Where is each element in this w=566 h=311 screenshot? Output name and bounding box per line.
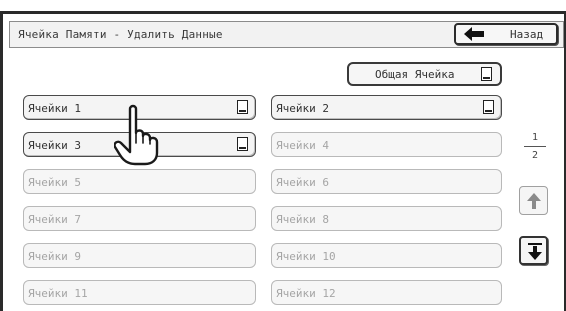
- scroll-down-button[interactable]: [519, 236, 548, 265]
- box-label: Ячейки 2: [276, 102, 329, 115]
- box-button-7: Ячейки 7: [23, 206, 256, 231]
- box-button-10: Ячейки 10: [271, 243, 502, 268]
- box-label: Ячейки 4: [276, 139, 329, 152]
- box-label: Ячейки 12: [276, 287, 336, 300]
- box-button-11: Ячейки 11: [23, 280, 256, 305]
- document-icon: [483, 100, 494, 114]
- box-label: Ячейки 11: [28, 287, 88, 300]
- page-indicator: 1 2: [524, 132, 546, 161]
- box-button-8: Ячейки 8: [271, 206, 502, 231]
- common-box-label: Общая Ячейка: [375, 68, 455, 81]
- document-icon: [237, 100, 248, 114]
- box-button-6: Ячейки 6: [271, 169, 502, 194]
- common-box-button[interactable]: Общая Ячейка: [347, 62, 502, 86]
- document-icon: [481, 67, 492, 81]
- current-page: 1: [531, 132, 539, 143]
- back-button[interactable]: Назад: [454, 23, 558, 45]
- box-label: Ячейки 3: [28, 139, 81, 152]
- box-button-2[interactable]: Ячейки 2: [271, 95, 502, 120]
- box-button-12: Ячейки 12: [271, 280, 502, 305]
- page-divider: [524, 146, 546, 147]
- box-label: Ячейки 9: [28, 250, 81, 263]
- box-button-9: Ячейки 9: [23, 243, 256, 268]
- box-label: Ячейки 8: [276, 213, 329, 226]
- box-label: Ячейки 1: [28, 102, 81, 115]
- scroll-up-button[interactable]: [519, 186, 548, 215]
- document-icon: [237, 137, 248, 151]
- hand-pointer-icon: [114, 104, 159, 166]
- box-label: Ячейки 10: [276, 250, 336, 263]
- page-title: Ячейка Памяти - Удалить Данные: [18, 28, 223, 41]
- up-arrow-icon: [527, 193, 541, 209]
- box-button-4: Ячейки 4: [271, 132, 502, 157]
- box-button-5: Ячейки 5: [23, 169, 256, 194]
- box-label: Ячейки 6: [276, 176, 329, 189]
- left-arrow-icon: [464, 27, 484, 41]
- box-label: Ячейки 5: [28, 176, 81, 189]
- box-label: Ячейки 7: [28, 213, 81, 226]
- down-arrow-icon: [528, 243, 542, 260]
- total-pages: 2: [531, 150, 539, 161]
- back-button-label: Назад: [510, 28, 544, 41]
